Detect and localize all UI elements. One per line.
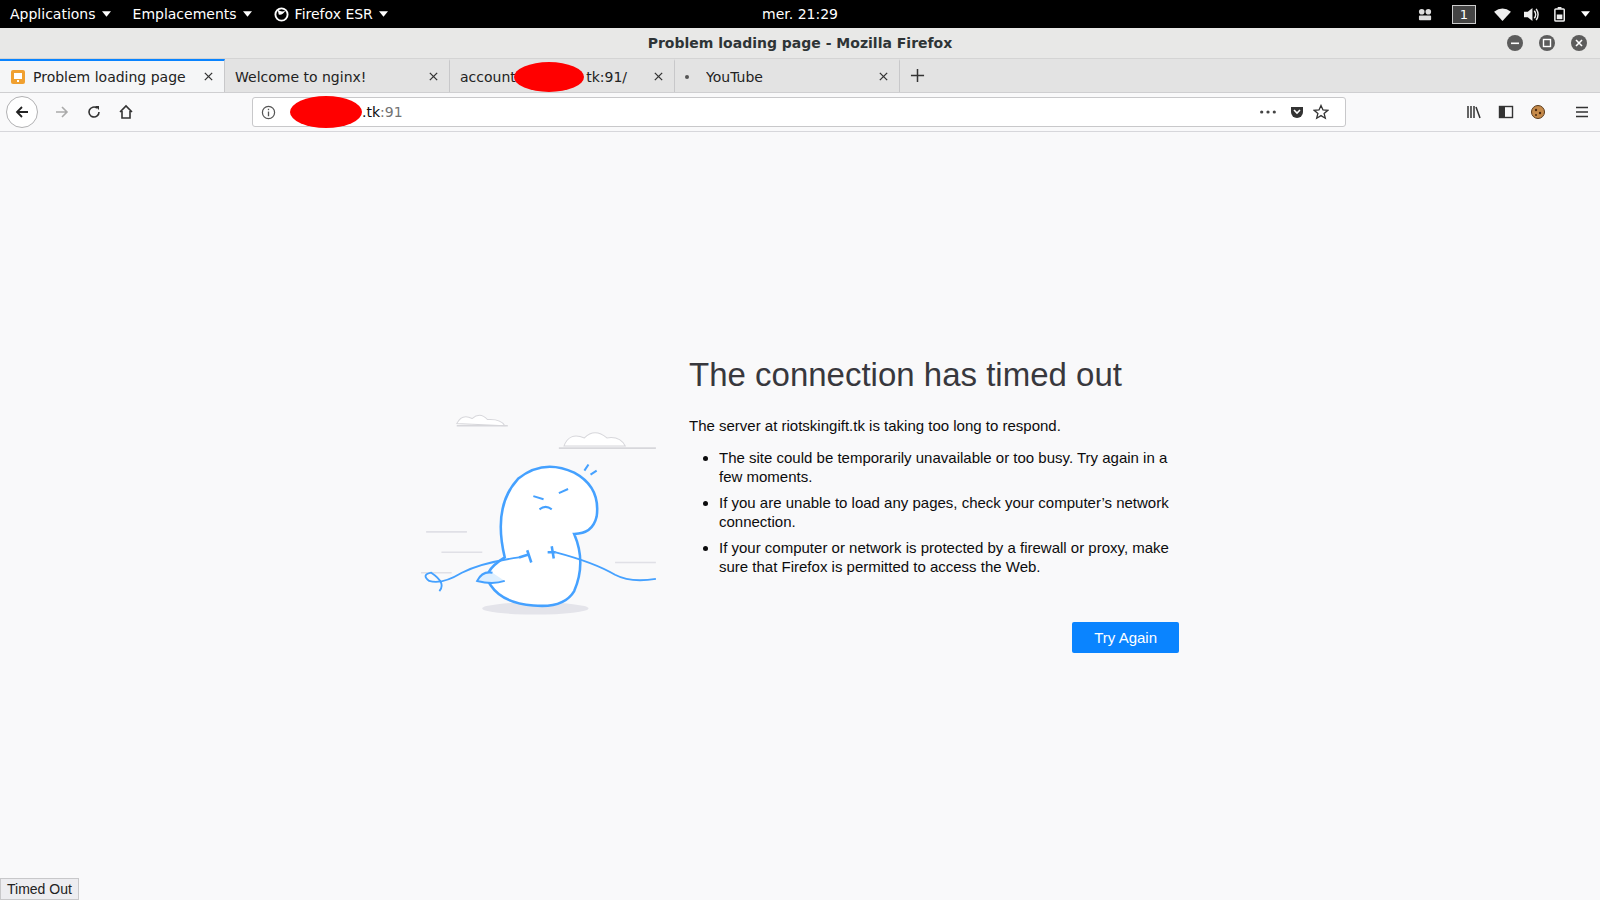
unplugged-dinosaur-icon [421,409,661,619]
top-bar-menu[interactable]: Applications [10,6,111,22]
status-panel: Timed Out [0,878,79,900]
tab-attention-dot [685,75,689,79]
top-bar-menu[interactable]: Firefox ESR [274,6,388,22]
system-menu-arrow-icon[interactable] [1581,11,1590,17]
navigation-bar: .tk:91 [0,93,1600,132]
close-tab-icon[interactable] [203,71,214,82]
volume-icon[interactable] [1523,7,1540,22]
dropdown-arrow-icon [243,11,252,17]
pocket-icon[interactable] [1289,104,1305,120]
try-again-button[interactable]: Try Again [1072,622,1179,653]
close-window-icon[interactable] [1570,34,1588,52]
hamburger-menu-icon[interactable] [1574,104,1590,120]
desktop: Applications Emplacements Firefox ESR mer. … [0,0,1600,900]
back-arrow-icon [14,104,30,120]
firefox-icon [274,7,289,22]
tab-label: Welcome to nginx! [235,69,421,85]
cookie-icon[interactable] [1530,104,1546,120]
maximize-icon[interactable] [1538,34,1556,52]
browser-tab[interactable]: YouTube [675,59,900,92]
redaction-mark [290,96,362,128]
minimize-icon[interactable] [1506,34,1524,52]
wifi-icon[interactable] [1494,7,1511,22]
forward-arrow-icon[interactable] [54,104,70,120]
dropdown-arrow-icon [379,11,388,17]
top-bar: Applications Emplacements Firefox ESR mer. … [0,0,1600,28]
title-bar: Problem loading page - Mozilla Firefox [0,28,1600,59]
error-title: The connection has timed out [689,354,1179,396]
suggestion-item: If you are unable to load any pages, che… [719,493,1179,531]
window-title: Problem loading page - Mozilla Firefox [648,35,953,51]
dropdown-arrow-icon [102,11,111,17]
url-host: .tk [362,104,380,120]
close-tab-icon[interactable] [653,71,664,82]
tab-label: YouTube [706,69,871,85]
redaction-mark [514,62,584,92]
url-field[interactable]: .tk:91 [252,97,1346,127]
back-button[interactable] [6,96,38,128]
bookmark-star-icon[interactable] [1313,104,1329,120]
tab-label: account.tk:91/ [460,62,646,92]
url-port: :91 [380,104,403,120]
tab-strip: Problem loading page Welcome to nginx! acc… [0,59,1600,93]
error-text: The connection has timed out The server a… [689,354,1179,653]
sidebar-icon[interactable] [1498,104,1514,120]
clock[interactable]: mer. 21:29 [762,6,838,22]
close-tab-icon[interactable] [428,71,439,82]
camera-icon[interactable] [1417,7,1434,22]
tab-label: Problem loading page [33,69,196,85]
library-icon[interactable] [1466,104,1482,120]
workspace-indicator[interactable]: 1 [1452,5,1476,24]
browser-tab[interactable]: account.tk:91/ [450,59,675,92]
error-page-icon [10,69,26,85]
close-tab-icon[interactable] [878,71,889,82]
suggestion-item: The site could be temporarily unavailabl… [719,448,1179,486]
page-actions-icon[interactable] [1259,109,1277,115]
home-icon[interactable] [118,104,134,120]
site-info-icon[interactable] [261,105,276,120]
reload-icon[interactable] [86,104,102,120]
browser-tab[interactable]: Problem loading page [0,59,225,92]
error-message: The server at riotskingift.tk is taking … [689,416,1179,436]
error-page: The connection has timed out The server a… [0,132,1600,900]
browser-tab[interactable]: Welcome to nginx! [225,59,450,92]
top-bar-menu[interactable]: Emplacements [133,6,252,22]
battery-icon[interactable] [1552,7,1569,22]
suggestion-item: If your computer or network is protected… [719,538,1179,576]
suggestion-list: The site could be temporarily unavailabl… [689,448,1179,576]
new-tab-icon[interactable] [910,68,925,83]
